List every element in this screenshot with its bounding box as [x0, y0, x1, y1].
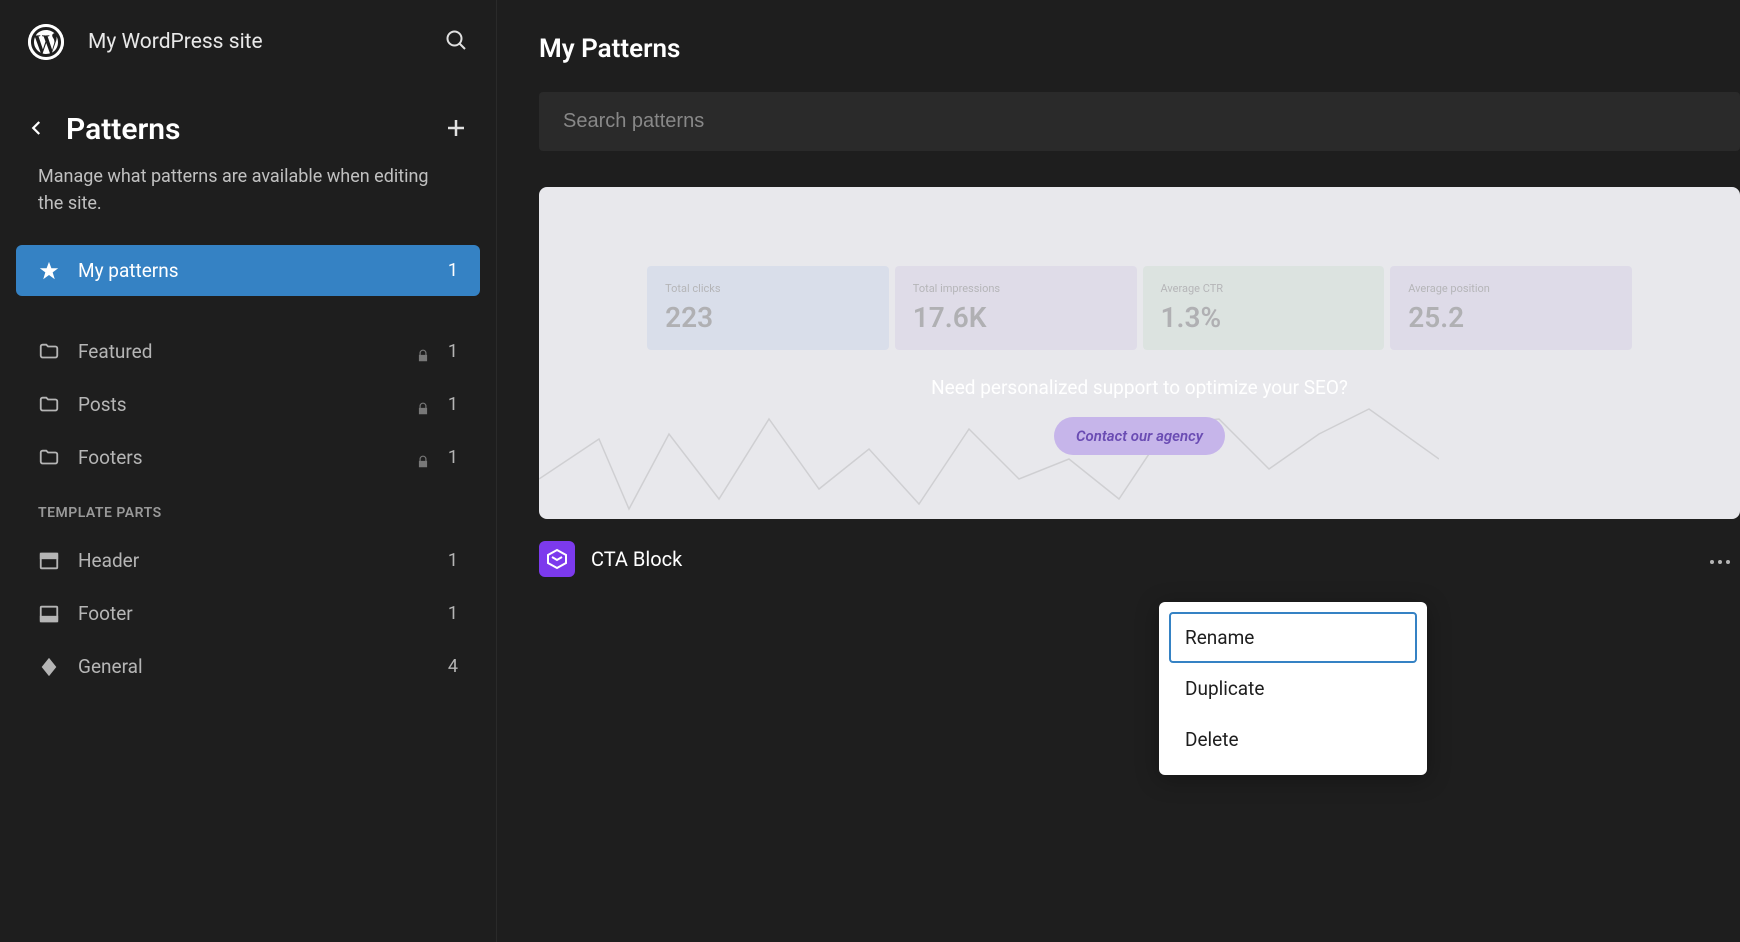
- pattern-row: CTA Block: [539, 541, 1740, 577]
- page-description: Manage what patterns are available when …: [0, 163, 496, 245]
- preview-stats: Total clicks 223 Total impressions 17.6K…: [647, 266, 1632, 350]
- sidebar-item-label: Featured: [78, 340, 406, 363]
- sidebar-item-count: 1: [448, 341, 458, 362]
- sidebar-item-header[interactable]: Header 1: [16, 535, 480, 586]
- star-icon: [38, 260, 60, 282]
- folder-icon: [38, 447, 60, 469]
- sidebar-nav-list: My patterns 1 Featured 1 Posts 1: [0, 245, 496, 485]
- sidebar-item-count: 1: [448, 447, 458, 468]
- template-parts-list: Header 1 Footer 1 General 4: [0, 535, 496, 694]
- pattern-preview: Total clicks 223 Total impressions 17.6K…: [539, 187, 1740, 519]
- sidebar-item-label: Header: [78, 549, 430, 572]
- sidebar-item-count: 1: [448, 550, 458, 571]
- menu-item-delete[interactable]: Delete: [1169, 714, 1417, 765]
- page-title-row: Patterns: [0, 84, 496, 163]
- menu-item-duplicate[interactable]: Duplicate: [1169, 663, 1417, 714]
- sidebar-item-count: 1: [448, 394, 458, 415]
- sidebar: My WordPress site Patterns Manage what p…: [0, 0, 497, 942]
- folder-icon: [38, 394, 60, 416]
- main-content: My Patterns Total clicks 223 Total impre…: [497, 0, 1740, 942]
- sidebar-item-label: Footers: [78, 446, 406, 469]
- pattern-block-icon: [539, 541, 575, 577]
- preview-cta-button: Contact our agency: [1054, 417, 1225, 455]
- lock-icon: [416, 345, 430, 359]
- sidebar-item-general[interactable]: General 4: [16, 641, 480, 692]
- folder-icon: [38, 341, 60, 363]
- more-options-button[interactable]: [1700, 542, 1740, 577]
- pattern-card[interactable]: Total clicks 223 Total impressions 17.6K…: [539, 187, 1740, 519]
- lock-icon: [416, 398, 430, 412]
- template-parts-header: TEMPLATE PARTS: [0, 485, 496, 535]
- sidebar-item-label: Posts: [78, 393, 406, 416]
- sidebar-item-label: My patterns: [78, 259, 430, 282]
- back-button[interactable]: [28, 119, 46, 141]
- preview-heading: Need personalized support to optimize yo…: [931, 376, 1348, 399]
- site-title[interactable]: My WordPress site: [88, 30, 420, 54]
- add-pattern-button[interactable]: [444, 116, 468, 144]
- main-title: My Patterns: [539, 34, 1740, 64]
- sidebar-item-footer[interactable]: Footer 1: [16, 588, 480, 639]
- sidebar-item-count: 1: [448, 603, 458, 624]
- sidebar-item-footers[interactable]: Footers 1: [16, 432, 480, 483]
- site-header: My WordPress site: [0, 0, 496, 84]
- search-patterns-input[interactable]: [563, 110, 1716, 133]
- sidebar-item-posts[interactable]: Posts 1: [16, 379, 480, 430]
- pattern-name[interactable]: CTA Block: [591, 547, 1684, 571]
- footer-icon: [38, 603, 60, 625]
- sidebar-item-my-patterns[interactable]: My patterns 1: [16, 245, 480, 296]
- menu-item-rename[interactable]: Rename: [1169, 612, 1417, 663]
- search-icon[interactable]: [444, 28, 468, 56]
- sidebar-item-label: Footer: [78, 602, 430, 625]
- header-icon: [38, 550, 60, 572]
- page-title: Patterns: [66, 112, 424, 147]
- diamond-icon: [38, 656, 60, 678]
- sidebar-item-label: General: [78, 655, 430, 678]
- sidebar-item-count: 4: [448, 656, 458, 677]
- sidebar-item-featured[interactable]: Featured 1: [16, 326, 480, 377]
- wordpress-logo-icon[interactable]: [28, 24, 64, 60]
- sidebar-item-count: 1: [448, 260, 458, 281]
- preview-chart-icon: [539, 379, 1439, 519]
- search-patterns-box[interactable]: [539, 92, 1740, 151]
- context-menu: Rename Duplicate Delete: [1159, 602, 1427, 775]
- lock-icon: [416, 451, 430, 465]
